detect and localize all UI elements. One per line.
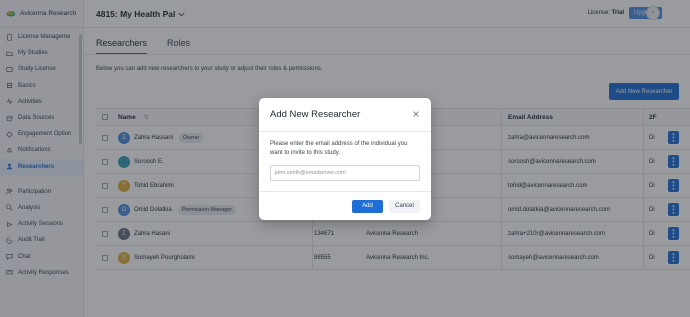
modal-header: Add New Researcher: [259, 98, 431, 132]
email-field[interactable]: [270, 165, 420, 181]
close-icon[interactable]: [412, 110, 420, 118]
add-button[interactable]: Add: [352, 199, 383, 213]
modal-footer: Add Cancel: [259, 191, 431, 220]
add-researcher-modal: Add New Researcher Please enter the emai…: [259, 98, 431, 220]
modal-instructions: Please enter the email address of the in…: [270, 141, 408, 156]
cancel-button[interactable]: Cancel: [389, 199, 420, 213]
modal-title: Add New Researcher: [270, 109, 361, 120]
modal-body: Please enter the email address of the in…: [259, 132, 431, 181]
